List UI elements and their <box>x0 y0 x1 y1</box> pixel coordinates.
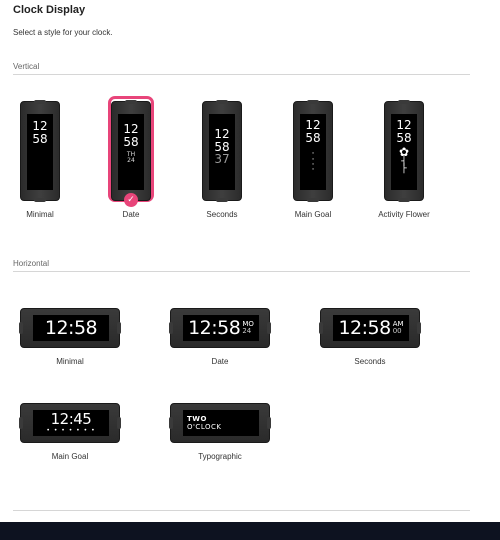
band-cap <box>34 100 46 104</box>
option-label: Main Goal <box>51 452 89 461</box>
horizontal-option-minimal[interactable]: 12:58 Minimal <box>10 308 130 366</box>
footer-bar <box>0 522 500 540</box>
device-screen: 12:58 AM 00 <box>333 315 409 341</box>
clock-hours: 12 <box>305 118 321 132</box>
goal-progress-dots: · · · · <box>311 149 315 176</box>
option-label: Date <box>211 357 229 366</box>
band-cap <box>125 100 137 104</box>
band-cap <box>319 322 323 334</box>
device-screen: 12 58 TH 24 <box>118 114 144 190</box>
device-horizontal: 12:58 AM 00 <box>319 308 421 348</box>
vertical-option-seconds[interactable]: 12 58 37 Seconds <box>182 100 262 219</box>
band-cap <box>417 322 421 334</box>
device-vertical: 12 58 TH 24 <box>111 100 151 202</box>
clock-time: 12:58 <box>44 317 98 339</box>
option-label: Main Goal <box>294 210 332 219</box>
clock-minutes: 58 <box>305 130 321 145</box>
option-label: Activity Flower <box>378 210 430 219</box>
section-divider <box>13 510 470 511</box>
check-icon: ✓ <box>124 193 138 207</box>
band-cap <box>267 322 271 334</box>
clock-hours: 12 <box>32 119 48 133</box>
band-cap <box>216 100 228 104</box>
section-label-horizontal: Horizontal <box>13 259 50 268</box>
clock-seconds: 00 <box>392 327 402 335</box>
section-label-vertical: Vertical <box>13 62 40 71</box>
vertical-option-activity-flower[interactable]: 12 58 ✿ ┤ ├ Activity Flower <box>364 100 444 219</box>
band-cap <box>117 322 121 334</box>
vertical-option-main-goal[interactable]: 12 58 · · · · Main Goal <box>273 100 353 219</box>
device-horizontal: 12:58 <box>19 308 121 348</box>
band-cap <box>169 417 173 429</box>
device-vertical: 12 58 · · · · <box>293 100 333 202</box>
clock-time: 12:58 <box>188 317 241 339</box>
device-screen: 12:58 <box>33 315 109 341</box>
clock-hours: 12 <box>396 118 412 132</box>
clock-minutes: 58 <box>396 130 412 145</box>
device-screen: 12:45 • • • • • • • <box>33 410 109 436</box>
clock-hours: 12 <box>123 122 139 136</box>
option-label: Minimal <box>26 210 54 219</box>
clock-time: 12:45 <box>50 410 92 428</box>
device-vertical: 12 58 <box>20 100 60 202</box>
section-divider <box>13 74 470 75</box>
device-screen: 12 58 · · · · <box>300 114 326 190</box>
clock-seconds: 37 <box>214 152 230 167</box>
device-horizontal: 12:58 MO 24 <box>169 308 271 348</box>
horizontal-option-main-goal[interactable]: 12:45 • • • • • • • Main Goal <box>10 403 130 461</box>
device-horizontal: 12:45 • • • • • • • <box>19 403 121 443</box>
band-cap <box>34 198 46 202</box>
page-title: Clock Display <box>13 4 86 16</box>
clock-time: 12:58 <box>338 317 391 339</box>
typographic-oclock: O'CLOCK <box>187 423 222 431</box>
goal-progress-dots: • • • • • • • <box>46 427 96 434</box>
option-label: Seconds <box>206 210 238 219</box>
vertical-option-minimal[interactable]: 12 58 Minimal <box>0 100 80 219</box>
band-cap <box>398 198 410 202</box>
horizontal-option-date[interactable]: 12:58 MO 24 Date <box>160 308 280 366</box>
band-cap <box>216 198 228 202</box>
device-screen: 12 58 37 <box>209 114 235 190</box>
horizontal-option-seconds[interactable]: 12:58 AM 00 Seconds <box>310 308 430 366</box>
band-cap <box>398 100 410 104</box>
date-day: 24 <box>242 327 252 335</box>
option-label: Typographic <box>198 452 242 461</box>
band-cap <box>307 198 319 202</box>
band-cap <box>169 322 173 334</box>
option-label: Date <box>122 210 140 219</box>
device-vertical: 12 58 ✿ ┤ ├ <box>384 100 424 202</box>
horizontal-option-typographic[interactable]: TWO O'CLOCK Typographic <box>160 403 280 461</box>
clock-minutes: 58 <box>32 131 48 146</box>
option-label: Minimal <box>56 357 84 366</box>
date-day: 24 <box>127 157 135 165</box>
clock-minutes: 58 <box>123 134 139 149</box>
section-divider <box>13 271 470 272</box>
flower-stem-icon: ┤ ├ <box>401 156 407 174</box>
band-cap <box>19 322 23 334</box>
device-screen: TWO O'CLOCK <box>183 410 259 436</box>
band-cap <box>19 417 23 429</box>
device-screen: 12:58 MO 24 <box>183 315 259 341</box>
band-cap <box>117 417 121 429</box>
device-screen: 12 58 <box>27 114 53 190</box>
band-cap <box>267 417 271 429</box>
device-horizontal: TWO O'CLOCK <box>169 403 271 443</box>
option-label: Seconds <box>354 357 386 366</box>
typographic-hour: TWO <box>187 414 207 423</box>
device-vertical: 12 58 37 <box>202 100 242 202</box>
page-subtitle: Select a style for your clock. <box>13 28 113 37</box>
band-cap <box>307 100 319 104</box>
device-screen: 12 58 ✿ ┤ ├ <box>391 114 417 190</box>
clock-hours: 12 <box>214 127 230 141</box>
